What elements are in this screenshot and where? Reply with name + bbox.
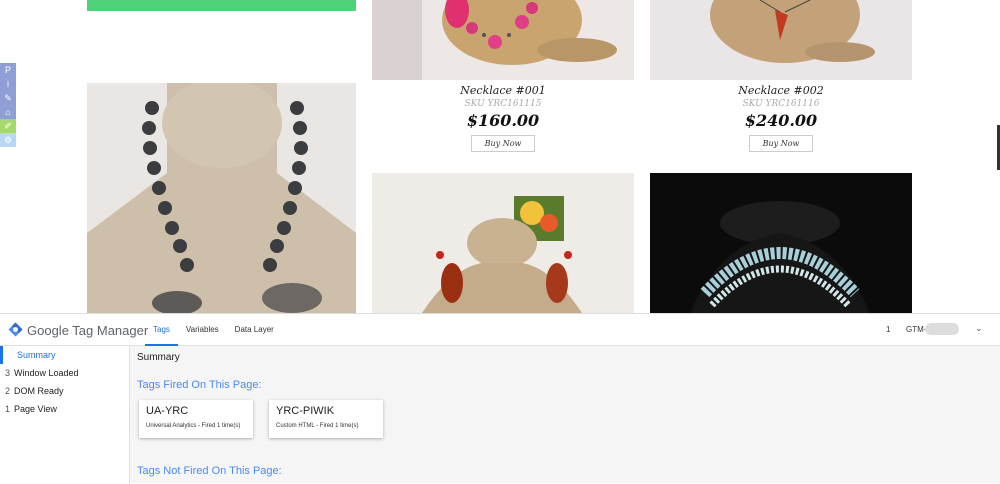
gear-icon[interactable]: ⚙ [0, 133, 16, 147]
product-image-pearl-necklace[interactable] [87, 83, 356, 313]
product-image-crystal-necklace[interactable] [650, 173, 912, 313]
product-price: $240.00 [744, 111, 818, 130]
tab-data-layer[interactable]: Data Layer [227, 314, 282, 346]
tag-detail: Custom HTML - Fired 1 time(s) [276, 423, 359, 429]
shop-page: Necklace #001 SKU YRC161115 $160.00 Buy … [0, 0, 1000, 313]
product-card-necklace-002: Necklace #002 SKU YRC161116 $240.00 Buy … [650, 84, 912, 152]
tags-not-fired-heading: Tags Not Fired On This Page: [137, 465, 282, 477]
product-image-necklace-001[interactable] [372, 0, 634, 80]
tag-name: YRC-PIWIK [276, 405, 335, 417]
product-image-necklace-002[interactable] [650, 0, 912, 80]
redacted-id [925, 323, 959, 335]
lock-icon[interactable]: ⌂ [0, 105, 16, 119]
gtm-logo-icon [8, 322, 23, 337]
event-page-view[interactable]: 1 Page View [0, 400, 129, 418]
event-label: DOM Ready [14, 386, 64, 396]
chevron-down-icon[interactable]: ⌄ [975, 323, 983, 334]
product-sku: SKU YRC161116 [742, 99, 820, 109]
tab-variables[interactable]: Variables [178, 314, 227, 346]
gtm-main-content: Summary Tags Fired On This Page: UA-YRC … [131, 346, 1000, 484]
pen-icon[interactable]: ✐ [0, 119, 16, 133]
info-icon[interactable]: i [0, 77, 16, 91]
side-toolbar: P i ✎ ⌂ ✐ ⚙ [0, 63, 16, 147]
tag-card-ua-yrc[interactable]: UA-YRC Universal Analytics - Fired 1 tim… [139, 400, 253, 438]
buy-now-button[interactable]: Buy Now [471, 135, 535, 152]
container-id: GTM- [906, 325, 927, 334]
gtm-brand: Google Tag Manager [27, 323, 149, 338]
green-banner [87, 0, 356, 11]
buy-now-button[interactable]: Buy Now [749, 135, 813, 152]
pencil-icon[interactable]: ✎ [0, 91, 16, 105]
event-label: Summary [17, 350, 56, 360]
product-name[interactable]: Necklace #002 [650, 84, 912, 97]
tag-name: UA-YRC [146, 405, 189, 417]
product-image-amber-necklace[interactable] [372, 173, 634, 313]
product-price: $160.00 [466, 111, 540, 130]
event-window-loaded[interactable]: 3 Window Loaded [0, 364, 129, 382]
event-summary[interactable]: Summary [0, 346, 129, 364]
event-label: Window Loaded [14, 368, 79, 378]
summary-title: Summary [137, 352, 180, 363]
pinterest-icon[interactable]: P [0, 63, 16, 77]
tag-detail: Universal Analytics - Fired 1 time(s) [146, 423, 241, 429]
tab-tags[interactable]: Tags [145, 314, 178, 346]
container-count: 1 [886, 325, 891, 334]
tag-card-yrc-piwik[interactable]: YRC-PIWIK Custom HTML - Fired 1 time(s) [269, 400, 383, 438]
gtm-event-list: Summary 3 Window Loaded 2 DOM Ready 1 Pa… [0, 346, 130, 484]
event-label: Page View [14, 404, 57, 414]
product-card-necklace-001: Necklace #001 SKU YRC161115 $160.00 Buy … [372, 84, 634, 152]
gtm-tabs: Tags Variables Data Layer [145, 314, 282, 346]
product-sku: SKU YRC161115 [464, 99, 542, 109]
tags-fired-heading: Tags Fired On This Page: [137, 379, 262, 391]
product-name[interactable]: Necklace #001 [372, 84, 634, 97]
gtm-debug-panel: Google Tag Manager Tags Variables Data L… [0, 313, 1000, 484]
event-dom-ready[interactable]: 2 DOM Ready [0, 382, 129, 400]
gtm-header: Google Tag Manager Tags Variables Data L… [0, 314, 1000, 346]
